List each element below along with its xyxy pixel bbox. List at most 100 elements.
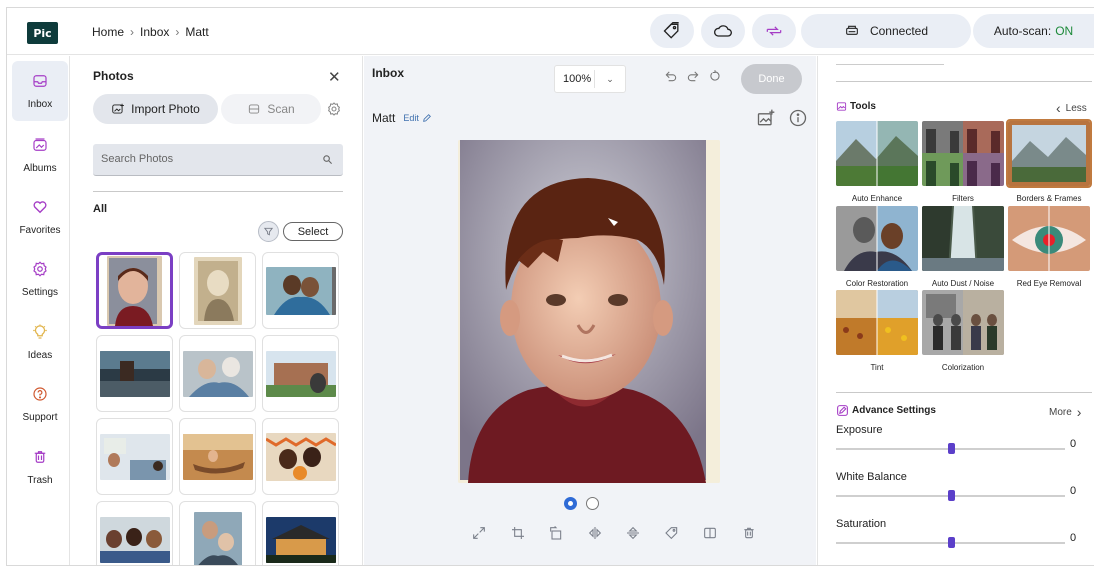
crop-icon: [511, 527, 524, 539]
edit-name-link[interactable]: Edit: [403, 113, 432, 123]
connection-status-button[interactable]: Connected: [801, 14, 971, 48]
import-photo-button[interactable]: Import Photo: [93, 94, 218, 124]
scan-button[interactable]: Scan: [221, 94, 321, 124]
rotate-button[interactable]: [537, 522, 576, 544]
app-logo[interactable]: Pic: [27, 22, 58, 44]
white-balance-slider-handle[interactable]: [947, 490, 955, 501]
nav-label-albums: Albums: [23, 163, 57, 174]
tool-color-restoration[interactable]: Color Restoration: [835, 206, 919, 288]
gear-icon[interactable]: [326, 101, 342, 117]
nav-item-ideas[interactable]: Ideas: [12, 312, 68, 372]
photo-thumbnail[interactable]: [262, 335, 339, 412]
redo-icon[interactable]: [686, 69, 700, 83]
less-toggle[interactable]: ‹ Less: [1056, 100, 1087, 116]
close-icon[interactable]: ✕: [328, 68, 341, 86]
group-smiling-image: [99, 516, 170, 563]
tulip-field-image: [836, 290, 918, 355]
saturation-value: 0: [1070, 532, 1077, 544]
main-photo[interactable]: [458, 140, 720, 483]
skateboard-image: [99, 350, 170, 397]
tag-button[interactable]: [653, 522, 692, 544]
tags-button[interactable]: [650, 14, 694, 48]
nav-item-albums[interactable]: Albums: [12, 125, 68, 185]
zoom-value: 100%: [555, 70, 595, 88]
editor-title: Inbox: [372, 66, 404, 80]
expand-button[interactable]: [460, 522, 499, 544]
more-toggle[interactable]: More ›: [1049, 404, 1081, 420]
cloud-button[interactable]: [701, 14, 745, 48]
nav-item-settings[interactable]: Settings: [12, 249, 68, 309]
tags-icon: [663, 22, 679, 39]
tool-red-eye-removal[interactable]: Red Eye Removal: [1007, 206, 1091, 288]
search-input[interactable]: [93, 144, 303, 174]
undo-icon[interactable]: [664, 69, 678, 83]
chevron-down-icon: ⌄: [606, 73, 614, 84]
photo-thumbnail[interactable]: [179, 418, 256, 495]
import-photo-icon: [112, 103, 124, 114]
gear-icon: [33, 261, 47, 277]
nav-item-trash[interactable]: Trash: [12, 437, 68, 497]
search-box: [93, 144, 343, 176]
nav-label-settings: Settings: [21, 287, 59, 298]
saturation-slider-handle[interactable]: [947, 537, 955, 548]
photo-thumbnail[interactable]: [179, 252, 256, 329]
add-image-icon[interactable]: [756, 108, 776, 128]
trash-icon: [34, 451, 46, 463]
photo-thumbnail[interactable]: [96, 501, 173, 565]
info-icon[interactable]: [788, 108, 808, 128]
photo-name-row: Matt Edit: [372, 111, 432, 125]
tool-auto-dust-noise[interactable]: Auto Dust / Noise: [921, 206, 1005, 288]
tool-filters[interactable]: Filters: [921, 121, 1005, 203]
tool-borders-frames[interactable]: Borders & Frames: [1006, 119, 1092, 203]
photo-thumbnail[interactable]: [262, 501, 339, 565]
page-indicator[interactable]: [586, 497, 599, 510]
nav-item-favorites[interactable]: Favorites: [12, 187, 68, 247]
photo-thumbnail[interactable]: [96, 418, 173, 495]
reset-icon[interactable]: [708, 69, 722, 83]
photo-thumbnail[interactable]: [262, 252, 339, 329]
chevron-right-icon: ›: [1076, 404, 1082, 420]
tool-tint[interactable]: Tint: [835, 290, 919, 372]
exposure-label: Exposure: [836, 424, 883, 436]
scan-icon: [249, 104, 260, 114]
breadcrumb-home[interactable]: Home: [92, 25, 124, 39]
auto-scan-toggle[interactable]: Auto-scan: ON: [973, 14, 1094, 48]
tools-icon: [836, 102, 847, 111]
photo-thumbnail[interactable]: [96, 252, 173, 329]
nav-label-trash: Trash: [27, 475, 53, 486]
delete-button[interactable]: [730, 522, 769, 544]
exposure-slider-handle[interactable]: [947, 443, 955, 454]
photo-pager: [564, 497, 599, 510]
filter-button[interactable]: [258, 221, 279, 242]
tool-colorization[interactable]: Colorization: [921, 290, 1005, 372]
done-button[interactable]: Done: [741, 64, 802, 94]
tool-label: Borders & Frames: [1016, 194, 1082, 203]
select-button[interactable]: Select: [283, 222, 343, 241]
sync-button[interactable]: [752, 14, 796, 48]
flip-vertical-button[interactable]: [614, 522, 653, 544]
compare-button[interactable]: [691, 522, 730, 544]
tool-label: Tint: [870, 363, 884, 372]
photo-thumbnail[interactable]: [96, 335, 173, 412]
city-street-grid-image: [922, 121, 1004, 186]
portrait-boy-image: [107, 255, 162, 326]
nav-item-inbox[interactable]: Inbox: [12, 61, 68, 121]
photo-thumbnail[interactable]: [262, 418, 339, 495]
breadcrumb-current: Matt: [185, 25, 209, 39]
page-indicator-active[interactable]: [564, 497, 577, 510]
breadcrumb-inbox[interactable]: Inbox: [140, 25, 169, 39]
mountain-landscape-image: [836, 121, 918, 186]
photo-thumbnail[interactable]: [179, 335, 256, 412]
tool-auto-enhance[interactable]: Auto Enhance: [835, 121, 919, 203]
framed-mountain-image: [1006, 119, 1092, 188]
all-photos-heading: All: [93, 203, 108, 215]
photo-thumbnail[interactable]: [179, 501, 256, 565]
couple-photo-image: [836, 206, 918, 271]
nav-item-support[interactable]: Support: [12, 374, 68, 434]
zoom-select[interactable]: 100% ⌄: [554, 65, 626, 93]
search-icon[interactable]: [322, 154, 333, 165]
more-label: More: [1049, 406, 1072, 418]
boy-portrait-image: [458, 140, 720, 483]
crop-button[interactable]: [499, 522, 538, 544]
flip-horizontal-button[interactable]: [576, 522, 615, 544]
